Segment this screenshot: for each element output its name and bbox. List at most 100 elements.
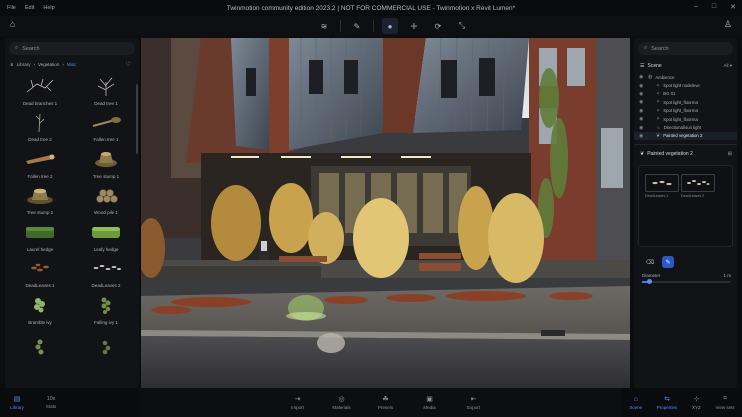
- search-icon: ⌕: [15, 45, 19, 51]
- scene-item[interactable]: ◉ ✧ Spot light nodeleve: [634, 81, 737, 89]
- favorite-icon[interactable]: ♡: [126, 61, 131, 68]
- presets-button[interactable]: ☘ Presets: [371, 388, 401, 417]
- library-item[interactable]: [9, 328, 71, 365]
- library-tabs: ▤ Library 10x Stats: [0, 388, 139, 417]
- scene-item[interactable]: ◉ ✧ Spot light_floorma: [634, 107, 737, 115]
- diameter-value[interactable]: 1 m: [723, 273, 731, 278]
- menu-help[interactable]: Help: [43, 5, 54, 11]
- scene-item[interactable]: ◉ ◍ Ambience: [634, 73, 737, 81]
- library-icon: ▤: [13, 396, 21, 403]
- scene-item[interactable]: ◉ ✧ Spot light_floorma: [634, 98, 737, 106]
- diameter-label: Diameter: [642, 273, 661, 279]
- scene-item[interactable]: ◉ ✧ BG 01: [634, 90, 737, 98]
- library-item[interactable]: [75, 328, 137, 365]
- library-search-input[interactable]: ⌕ Search: [9, 42, 135, 55]
- visibility-icon[interactable]: ◉: [639, 74, 643, 80]
- diameter-slider[interactable]: [642, 279, 731, 285]
- tab-properties[interactable]: ⇆ Properties: [657, 388, 678, 417]
- tree-stump-thumbnail: [85, 147, 127, 171]
- scene-panel: ⌕ Search ☰ Scene All ▾ ◉ ◍ Ambience ◉ ✧ …: [634, 38, 737, 388]
- item-label: DeadLeaves 2: [91, 283, 121, 288]
- move-icon[interactable]: ✛: [406, 18, 422, 34]
- xyz-icon: ⊹: [693, 396, 700, 403]
- library-item[interactable]: Fallen tree 2: [9, 145, 71, 182]
- visibility-icon[interactable]: ◉: [639, 125, 643, 131]
- minimize-icon[interactable]: –: [694, 3, 698, 11]
- tab-library[interactable]: ▤ Library: [0, 388, 34, 417]
- home-icon[interactable]: ⌂: [10, 19, 15, 29]
- visibility-icon[interactable]: ◉: [639, 108, 643, 114]
- slider-handle[interactable]: [646, 279, 652, 285]
- scene-list-icon: ☰: [640, 63, 645, 69]
- item-label: Fallen tree 1: [93, 137, 119, 142]
- scene-filter-dropdown[interactable]: All ▾: [723, 63, 732, 69]
- brush-icon[interactable]: ✎: [349, 18, 365, 34]
- vegetation-icon: ❦: [640, 151, 645, 158]
- breadcrumb-vegetation[interactable]: Vegetation: [38, 62, 59, 67]
- library-item[interactable]: DeadLeaves 2: [75, 255, 137, 292]
- scene-item-label: Directional/sun light: [663, 125, 702, 131]
- window-title: Twinmotion community edition 2023.2 | NO…: [226, 4, 516, 12]
- library-scrollbar[interactable]: [136, 84, 138, 154]
- rotate-icon[interactable]: ⟳: [430, 18, 446, 34]
- tab-label: Stats: [45, 404, 57, 409]
- paint-brush-icon[interactable]: ✎: [662, 256, 674, 269]
- item-label: Fallen tree 2: [27, 173, 53, 179]
- vegetation-thumbnail[interactable]: [645, 174, 679, 193]
- ivy-thumbnail: [19, 334, 61, 358]
- fallen-tree-thumbnail: [19, 147, 61, 171]
- media-button[interactable]: ▣ Media: [415, 388, 445, 417]
- library-item[interactable]: Laurel hedge: [9, 218, 71, 255]
- visibility-icon[interactable]: ◉: [639, 83, 643, 89]
- item-label: Leafy hedge: [93, 246, 119, 252]
- library-item[interactable]: Tree stump 2: [9, 182, 71, 219]
- item-label: Tree stump 1: [92, 173, 120, 179]
- library-item[interactable]: DeadLeaves 1: [9, 255, 71, 292]
- right-tabs: ⌂ Scene ⇆ Properties ⊹ XYZ ⌗ View sets: [622, 388, 742, 417]
- select-icon[interactable]: ●: [382, 18, 398, 34]
- visibility-icon[interactable]: ◉: [639, 116, 643, 122]
- library-item[interactable]: Tree stump 1: [75, 145, 137, 182]
- export-button[interactable]: ⇤ Export: [459, 388, 489, 417]
- dead-leaves-thumbnail: [85, 256, 127, 280]
- breadcrumb-misc[interactable]: Misc: [67, 62, 76, 67]
- scene-item[interactable]: ◉ ✧ Spot light_floorma: [634, 115, 737, 123]
- visibility-icon[interactable]: ◉: [639, 133, 643, 139]
- library-item[interactable]: Dead tree 2: [9, 109, 71, 146]
- library-tree-icon: ⋔: [10, 61, 14, 67]
- menu-bar: File Edit Help: [0, 5, 55, 11]
- visibility-icon[interactable]: ◉: [639, 99, 643, 105]
- maximize-icon[interactable]: □: [712, 3, 716, 11]
- viewport[interactable]: [141, 38, 630, 388]
- materials-button[interactable]: ◎ Materials: [327, 388, 357, 417]
- expand-icon[interactable]: ⊞: [728, 151, 732, 157]
- visibility-icon[interactable]: ◉: [639, 91, 643, 97]
- library-item[interactable]: Dead tree 1: [75, 72, 137, 109]
- tab-xyz[interactable]: ⊹ XYZ: [692, 388, 701, 417]
- scene-item-selected[interactable]: ◉ ❦ Painted vegetation 2: [634, 131, 737, 141]
- tab-stats[interactable]: 10x Stats: [34, 388, 68, 417]
- scale-icon[interactable]: ⤡: [454, 18, 470, 34]
- user-icon[interactable]: ♙: [724, 19, 732, 30]
- vegetation-thumbnail[interactable]: [681, 174, 715, 193]
- library-item[interactable]: Falling ivy 1: [75, 291, 137, 328]
- close-icon[interactable]: ✕: [730, 3, 736, 11]
- layers-icon[interactable]: ≋: [316, 18, 332, 34]
- tab-view-sets[interactable]: ⌗ View sets: [715, 388, 734, 417]
- scene-item[interactable]: ◉ ☼ Directional/sun light: [634, 123, 737, 131]
- eraser-icon[interactable]: ⌫: [644, 256, 656, 268]
- menu-edit[interactable]: Edit: [25, 5, 34, 11]
- scene-search-input[interactable]: ⌕ Search: [638, 42, 733, 55]
- ivy-thumbnail: [85, 334, 127, 358]
- import-icon: ⇥: [294, 396, 301, 403]
- library-item[interactable]: Wood pile 1: [75, 182, 137, 219]
- library-item[interactable]: Bramble ivy: [9, 291, 71, 328]
- import-button[interactable]: ⇥ Import: [283, 388, 313, 417]
- library-item[interactable]: Leafy hedge: [75, 218, 137, 255]
- library-item[interactable]: Dead branches 1: [9, 72, 71, 109]
- breadcrumb-library[interactable]: Library: [17, 62, 31, 67]
- tab-scene[interactable]: ⌂ Scene: [629, 388, 642, 417]
- library-item[interactable]: Fallen tree 1: [75, 109, 137, 146]
- spot-light-icon: ✧: [656, 107, 661, 114]
- menu-file[interactable]: File: [7, 5, 16, 11]
